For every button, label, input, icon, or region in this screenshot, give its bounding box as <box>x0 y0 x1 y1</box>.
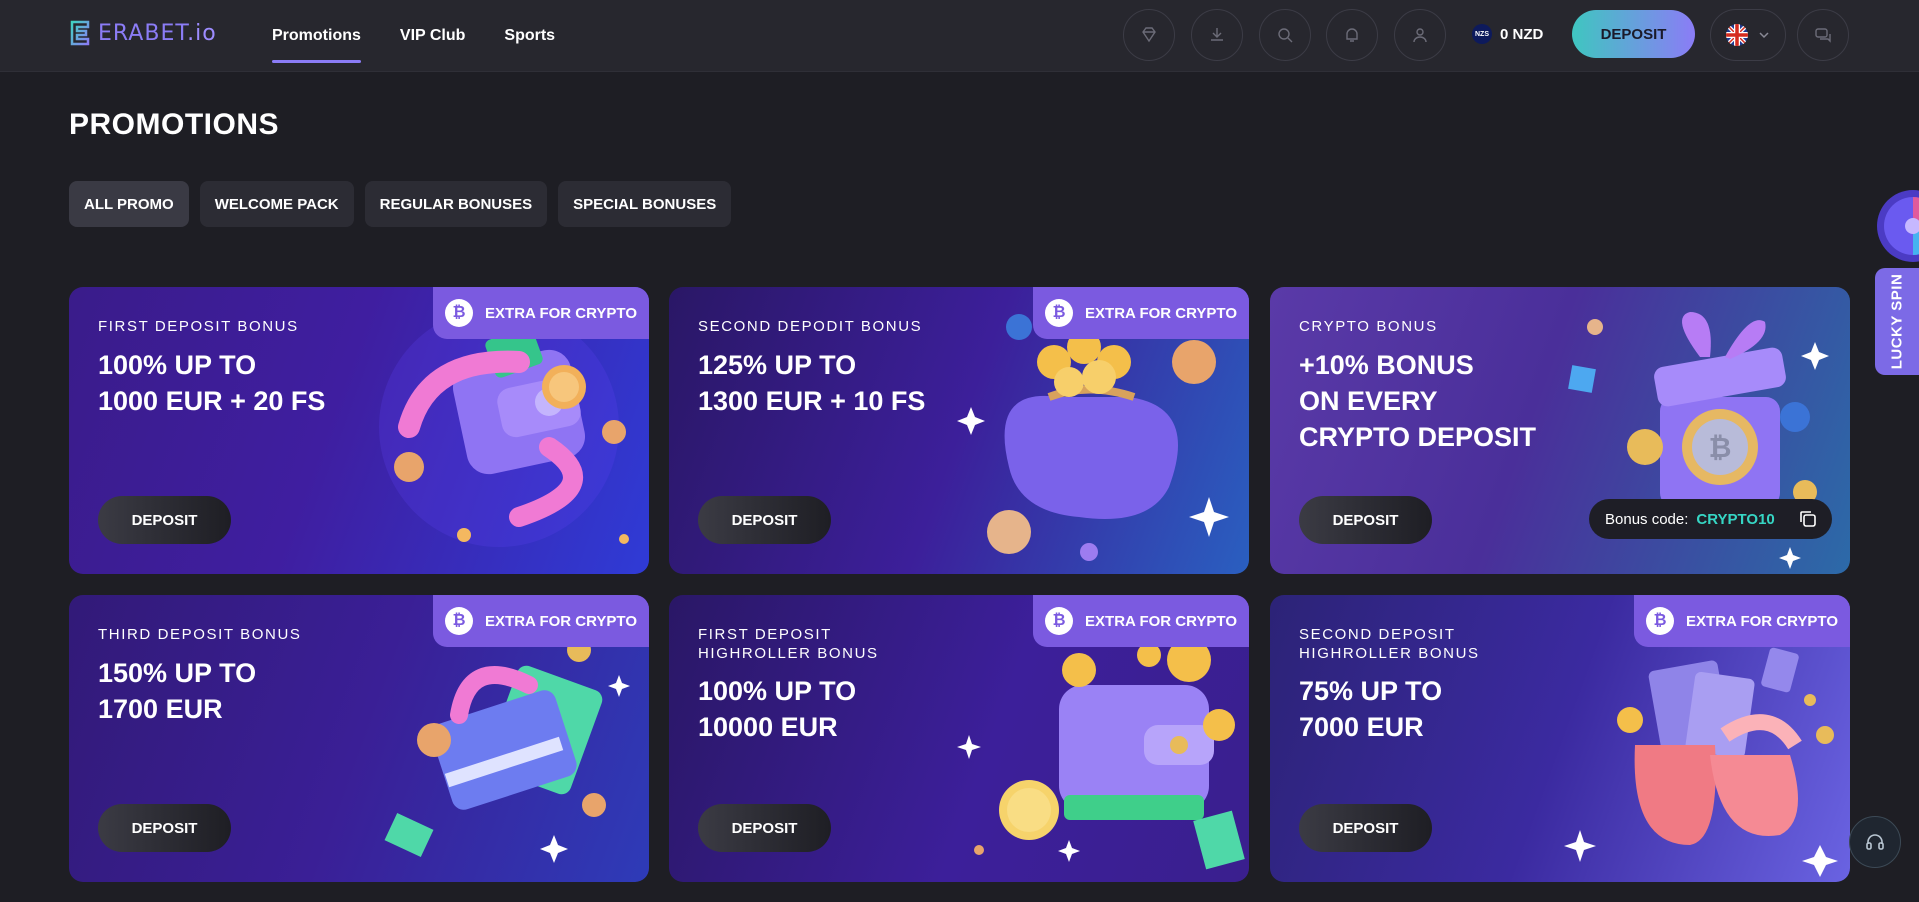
lucky-spin-label: LUCKY SPIN <box>1888 273 1906 370</box>
filter-all-promo[interactable]: ALL PROMO <box>69 181 189 227</box>
filter-regular-bonuses[interactable]: REGULAR BONUSES <box>364 181 548 227</box>
promo-card-first-highroller[interactable]: ₿ EXTRA FOR CRYPTO FIRST DEPOSIT HIGHROLL… <box>669 595 1249 882</box>
extra-crypto-tag: ₿ EXTRA FOR CRYPTO <box>1033 595 1249 647</box>
extra-crypto-tag: ₿ EXTRA FOR CRYPTO <box>433 287 649 339</box>
tag-label: EXTRA FOR CRYPTO <box>485 612 637 630</box>
card-subtitle: SECOND DEPOSIT HIGHROLLER BONUS <box>1299 626 1480 662</box>
notifications-button[interactable] <box>1326 9 1378 61</box>
tag-label: EXTRA FOR CRYPTO <box>1686 612 1838 630</box>
logo-text: ERABET.io <box>98 20 217 46</box>
nav-sports[interactable]: Sports <box>504 27 555 45</box>
card-subtitle: CRYPTO BONUS <box>1299 318 1438 335</box>
brand-logo[interactable]: ERABET.io <box>68 19 217 47</box>
promo-card-second-highroller[interactable]: ₿ EXTRA FOR CRYPTO SECOND DEPOSIT HIGHROL… <box>1270 595 1850 882</box>
main-nav: Promotions VIP Club Sports <box>272 0 555 71</box>
deposit-button[interactable]: DEPOSIT <box>698 496 831 544</box>
support-button[interactable] <box>1849 816 1901 868</box>
card-headline: 150% UP TO 1700 EUR <box>98 658 257 724</box>
deposit-button[interactable]: DEPOSIT <box>1299 496 1432 544</box>
currency-badge: NZS <box>1472 24 1492 44</box>
deposit-button[interactable]: DEPOSIT <box>1299 804 1432 852</box>
headset-icon <box>1866 834 1884 850</box>
bitcoin-icon: ₿ <box>1045 607 1074 635</box>
card-subtitle: FIRST DEPOSIT HIGHROLLER BONUS <box>698 626 879 662</box>
extra-crypto-tag: ₿ EXTRA FOR CRYPTO <box>1033 287 1249 339</box>
card-headline: 75% UP TO 7000 EUR <box>1299 676 1443 742</box>
deposit-button[interactable]: DEPOSIT <box>698 804 831 852</box>
card-headline: 100% UP TO 1000 EUR + 20 FS <box>98 350 326 416</box>
search-icon <box>1278 28 1293 43</box>
deposit-button[interactable]: DEPOSIT <box>98 496 231 544</box>
search-button[interactable] <box>1259 9 1311 61</box>
promo-card-crypto-bonus[interactable]: ₿ CRYPTO BONUS +10% BONUS ON EVERY CRYPTO … <box>1270 287 1850 574</box>
page-title: PROMOTIONS <box>69 108 280 141</box>
bitcoin-icon: ₿ <box>445 607 474 635</box>
bitcoin-icon: ₿ <box>1045 299 1074 327</box>
download-icon <box>1211 28 1223 41</box>
bell-icon <box>1346 28 1358 42</box>
user-icon <box>1413 28 1427 43</box>
tag-label: EXTRA FOR CRYPTO <box>1085 612 1237 630</box>
header-deposit-button[interactable]: DEPOSIT <box>1572 10 1695 58</box>
nav-vip-club[interactable]: VIP Club <box>400 27 466 45</box>
card-headline: 100% UP TO 10000 EUR <box>698 676 857 742</box>
filter-special-bonuses[interactable]: SPECIAL BONUSES <box>558 181 732 227</box>
bitcoin-icon: ₿ <box>1646 607 1675 635</box>
card-subtitle: SECOND DEPODIT BONUS <box>698 318 923 335</box>
promo-card-third-deposit[interactable]: ₿ EXTRA FOR CRYPTO THIRD DEPOSIT BONUS 1… <box>69 595 649 882</box>
card-headline: 125% UP TO 1300 EUR + 10 FS <box>698 350 926 416</box>
promo-card-first-deposit[interactable]: ₿ EXTRA FOR CRYPTO FIRST DEPOSIT BONUS 1… <box>69 287 649 574</box>
language-selector[interactable] <box>1710 9 1786 61</box>
lucky-spin-widget[interactable]: LUCKY SPIN <box>1875 188 1919 388</box>
wheel-icon <box>1877 190 1919 262</box>
tag-label: EXTRA FOR CRYPTO <box>485 304 637 322</box>
top-header: ERABET.io Promotions VIP Club Sports NZS… <box>0 0 1919 72</box>
uk-flag-icon <box>1726 24 1748 46</box>
chevron-down-icon <box>1759 32 1769 39</box>
copy-icon[interactable] <box>1798 509 1818 529</box>
card-headline: +10% BONUS ON EVERY CRYPTO DEPOSIT <box>1299 350 1537 452</box>
bonus-code-value: CRYPTO10 <box>1696 510 1775 528</box>
bonus-code-label: Bonus code: <box>1605 510 1689 528</box>
card-subtitle: THIRD DEPOSIT BONUS <box>98 626 302 643</box>
diamond-icon <box>1142 27 1156 43</box>
extra-crypto-tag: ₿ EXTRA FOR CRYPTO <box>433 595 649 647</box>
bitcoin-icon: ₿ <box>445 299 474 327</box>
chat-button[interactable] <box>1797 9 1849 61</box>
promo-card-second-deposit[interactable]: ₿ EXTRA FOR CRYPTO SECOND DEPODIT BONUS … <box>669 287 1249 574</box>
extra-crypto-tag: ₿ EXTRA FOR CRYPTO <box>1634 595 1850 647</box>
card-subtitle: FIRST DEPOSIT BONUS <box>98 318 299 335</box>
profile-button[interactable] <box>1394 9 1446 61</box>
download-button[interactable] <box>1191 9 1243 61</box>
promo-filters: ALL PROMO WELCOME PACK REGULAR BONUSES S… <box>69 181 732 227</box>
lucky-spin-tab[interactable]: LUCKY SPIN <box>1875 268 1919 375</box>
svg-text:₿: ₿ <box>1709 431 1732 464</box>
tag-label: EXTRA FOR CRYPTO <box>1085 304 1237 322</box>
nav-promotions[interactable]: Promotions <box>272 27 361 63</box>
logo-icon <box>70 20 90 46</box>
balance-display[interactable]: NZS 0 NZD <box>1472 24 1543 44</box>
chat-icon <box>1815 28 1831 43</box>
filter-welcome-pack[interactable]: WELCOME PACK <box>199 181 354 227</box>
bonus-code-box[interactable]: Bonus code: CRYPTO10 <box>1589 499 1832 539</box>
balance-amount: 0 NZD <box>1500 25 1544 43</box>
diamond-button[interactable] <box>1123 9 1175 61</box>
deposit-button[interactable]: DEPOSIT <box>98 804 231 852</box>
